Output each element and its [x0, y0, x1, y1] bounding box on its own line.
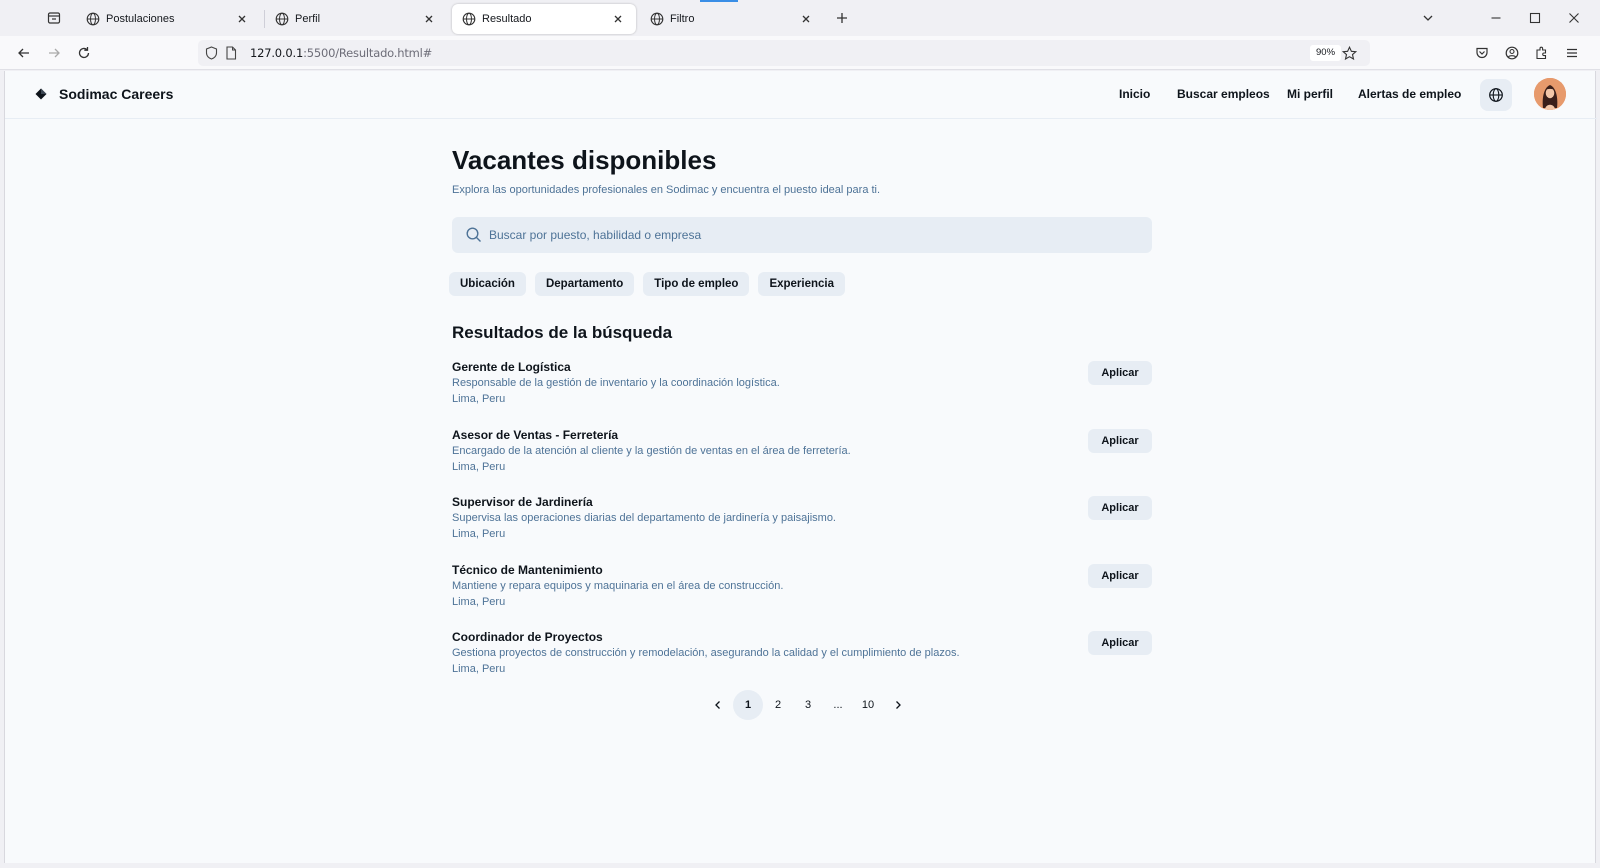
- tab-filtro[interactable]: Filtro: [640, 4, 824, 34]
- page-viewport: Sodimac Careers Inicio Buscar empleos Mi…: [4, 71, 1597, 863]
- job-title[interactable]: Asesor de Ventas - Ferretería: [452, 428, 618, 442]
- tab-postulaciones[interactable]: Postulaciones: [76, 4, 260, 34]
- job-listing: Gerente de Logística Responsable de la g…: [452, 359, 1152, 427]
- tab-title: Postulaciones: [106, 13, 175, 25]
- firefox-view-icon[interactable]: [44, 8, 64, 28]
- filter-chips: Ubicación Departamento Tipo de empleo Ex…: [449, 272, 854, 296]
- nav-link-inicio[interactable]: Inicio: [1119, 87, 1150, 101]
- brand[interactable]: Sodimac Careers: [35, 86, 173, 102]
- job-listing: Técnico de Mantenimiento Mantiene y repa…: [452, 562, 1152, 630]
- menu-hamburger-icon[interactable]: [1563, 44, 1581, 62]
- forward-arrow-icon[interactable]: [45, 44, 63, 62]
- job-location: Lima, Peru: [452, 460, 506, 473]
- job-description: Mantiene y repara equipos y maquinaria e…: [452, 579, 784, 592]
- tab-title: Perfil: [295, 13, 321, 25]
- browser-tab-bar: Postulaciones Perfil Resultado Filtro: [0, 0, 1600, 36]
- page-button-2[interactable]: 2: [763, 690, 793, 720]
- nav-link-buscar-empleos[interactable]: Buscar empleos: [1177, 87, 1270, 101]
- tab-perfil[interactable]: Perfil: [265, 4, 447, 34]
- page-subtitle: Explora las oportunidades profesionales …: [452, 184, 881, 196]
- bookmark-star-icon[interactable]: [1341, 45, 1357, 61]
- avatar[interactable]: [1534, 78, 1566, 110]
- filter-tipo-de-empleo[interactable]: Tipo de empleo: [643, 272, 750, 296]
- brand-name: Sodimac Careers: [59, 86, 174, 102]
- job-description: Encargado de la atención al cliente y la…: [452, 444, 851, 457]
- close-window-icon[interactable]: [1565, 9, 1583, 27]
- apply-button[interactable]: Aplicar: [1088, 631, 1152, 655]
- url-text[interactable]: 127.0.0.1:5500/Resultado.html#: [250, 46, 432, 60]
- page-icon[interactable]: [223, 45, 239, 61]
- job-location: Lima, Peru: [452, 663, 506, 675]
- close-icon[interactable]: [234, 11, 250, 27]
- job-title[interactable]: Gerente de Logística: [452, 360, 571, 374]
- apply-button[interactable]: Aplicar: [1088, 563, 1152, 588]
- tab-resultado[interactable]: Resultado: [452, 4, 636, 34]
- job-title[interactable]: Técnico de Mantenimiento: [452, 563, 603, 577]
- globe-icon: [462, 12, 476, 26]
- nav-link-mi-perfil[interactable]: Mi perfil: [1287, 87, 1333, 101]
- globe-icon: [86, 12, 100, 26]
- page-button-1[interactable]: 1: [733, 690, 763, 720]
- job-listing: Coordinador de Proyectos Gestiona proyec…: [452, 629, 1152, 697]
- close-icon[interactable]: [798, 11, 814, 27]
- job-title[interactable]: Coordinador de Proyectos: [452, 630, 603, 644]
- nav-link-alertas-de-empleo[interactable]: Alertas de empleo: [1358, 87, 1461, 101]
- browser-toolbar: 127.0.0.1:5500/Resultado.html# 90%: [0, 36, 1600, 70]
- results-heading: Resultados de la búsqueda: [452, 323, 673, 342]
- maximize-icon[interactable]: [1526, 9, 1544, 27]
- page-title: Vacantes disponibles: [452, 145, 717, 175]
- minimize-icon[interactable]: [1487, 9, 1505, 27]
- account-icon[interactable]: [1503, 44, 1521, 62]
- tab-title: Filtro: [670, 13, 695, 25]
- globe-icon: [650, 12, 664, 26]
- job-description: Gestiona proyectos de construcción y rem…: [452, 647, 960, 659]
- url-host: 127.0.0.1: [250, 46, 304, 60]
- window-bottom-edge: [0, 863, 1600, 868]
- search-icon: [466, 227, 481, 242]
- page-button-10[interactable]: 10: [853, 690, 883, 720]
- filter-ubicacion[interactable]: Ubicación: [449, 272, 526, 296]
- prev-page-chevron-icon[interactable]: [703, 690, 733, 720]
- filter-experiencia[interactable]: Experiencia: [758, 272, 846, 296]
- next-page-chevron-icon[interactable]: [883, 690, 913, 720]
- brand-logo-icon: [35, 88, 47, 100]
- job-listing: Asesor de Ventas - Ferretería Encargado …: [452, 427, 1152, 495]
- apply-button[interactable]: Aplicar: [1088, 361, 1152, 385]
- job-description: Supervisa las operaciones diarias del de…: [452, 512, 836, 524]
- site-header: Sodimac Careers Inicio Buscar empleos Mi…: [5, 71, 1597, 119]
- page-button-3[interactable]: 3: [793, 690, 823, 720]
- pocket-icon[interactable]: [1473, 44, 1491, 62]
- zoom-level-badge[interactable]: 90%: [1310, 45, 1342, 61]
- globe-icon: [275, 12, 289, 26]
- job-location: Lima, Peru: [452, 595, 506, 608]
- language-button[interactable]: [1480, 79, 1512, 111]
- job-title[interactable]: Supervisor de Jardinería: [452, 495, 593, 509]
- globe-icon: [1489, 88, 1503, 102]
- job-location: Lima, Peru: [452, 393, 506, 405]
- user-avatar-icon: [1534, 78, 1566, 110]
- close-icon[interactable]: [610, 11, 626, 27]
- search-input[interactable]: [489, 228, 1129, 242]
- reload-icon[interactable]: [75, 44, 93, 62]
- job-description: Responsable de la gestión de inventario …: [452, 377, 780, 389]
- tab-list-chevron-icon[interactable]: [1419, 9, 1437, 27]
- address-bar[interactable]: 127.0.0.1:5500/Resultado.html# 90%: [198, 40, 1370, 66]
- job-location: Lima, Peru: [452, 528, 506, 540]
- tab-title: Resultado: [482, 13, 532, 25]
- page-ellipsis: ...: [833, 699, 843, 711]
- job-listing: Supervisor de Jardinería Supervisa las o…: [452, 494, 1152, 562]
- shield-icon[interactable]: [203, 45, 219, 61]
- back-arrow-icon[interactable]: [15, 44, 33, 62]
- tab-loading-indicator: [700, 0, 738, 2]
- apply-button[interactable]: Aplicar: [1088, 428, 1152, 453]
- filter-departamento[interactable]: Departamento: [534, 272, 635, 296]
- extensions-icon[interactable]: [1533, 44, 1551, 62]
- close-icon[interactable]: [421, 11, 437, 27]
- search-bar[interactable]: [452, 217, 1152, 253]
- new-tab-plus-icon[interactable]: [833, 9, 851, 27]
- pagination: 1 2 3 ... 10: [703, 690, 913, 720]
- url-path: :5500/Resultado.html#: [303, 46, 433, 60]
- apply-button[interactable]: Aplicar: [1088, 496, 1152, 520]
- results-list: Gerente de Logística Responsable de la g…: [452, 359, 1152, 697]
